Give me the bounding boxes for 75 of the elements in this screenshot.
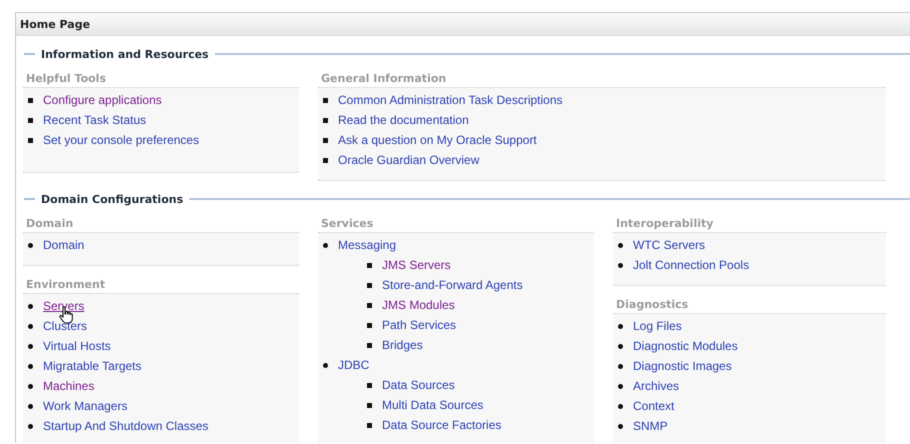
nav-link[interactable]: Work Managers <box>43 399 128 413</box>
bullet-icon <box>367 382 372 388</box>
group-heading: Interoperability <box>615 217 714 232</box>
nav-link[interactable]: Machines <box>43 379 94 393</box>
nav-link[interactable]: Virtual Hosts <box>43 339 111 353</box>
bullet-icon <box>618 404 623 408</box>
bullet-icon <box>618 324 623 328</box>
group-heading: Helpful Tools <box>25 72 108 87</box>
nav-link[interactable]: Multi Data Sources <box>382 398 484 412</box>
nav-link[interactable]: Context <box>633 399 674 413</box>
group-heading: Domain <box>25 217 74 232</box>
bullet-icon <box>323 362 328 368</box>
bullet-icon <box>367 302 372 308</box>
bullet-icon <box>28 384 33 388</box>
group-heading: Environment <box>25 278 106 293</box>
nav-link[interactable]: Jolt Connection Pools <box>633 258 750 272</box>
bullet-icon <box>28 98 33 102</box>
nav-link[interactable]: JDBC <box>338 358 370 372</box>
nav-link[interactable]: Common Administration Task Descriptions <box>338 93 563 107</box>
bullet-icon <box>28 138 33 142</box>
nav-link[interactable]: SNMP <box>633 419 668 433</box>
bullet-icon <box>323 98 328 102</box>
nav-link[interactable]: Startup And Shutdown Classes <box>43 419 208 433</box>
section-title: Information and Resources <box>41 48 209 60</box>
nav-link[interactable]: JMS Modules <box>382 298 455 312</box>
group-heading: Services <box>320 217 374 232</box>
nav-link[interactable]: WTC Servers <box>633 238 705 252</box>
nav-link[interactable]: Ask a question on My Oracle Support <box>338 133 537 147</box>
nav-link[interactable]: Diagnostic Modules <box>633 339 738 353</box>
nav-link[interactable]: Data Sources <box>382 378 455 392</box>
nav-link[interactable]: Data Source Factories <box>382 418 502 432</box>
nav-link[interactable]: Path Services <box>382 318 456 332</box>
nav-link[interactable]: Recent Task Status <box>43 113 146 127</box>
bullet-icon <box>28 304 33 308</box>
nav-link[interactable]: Oracle Guardian Overview <box>338 153 480 167</box>
bullet-icon <box>28 118 33 122</box>
bullet-icon <box>28 424 33 428</box>
bullet-icon <box>28 242 33 248</box>
bullet-icon <box>28 324 33 328</box>
bullet-icon <box>618 344 623 348</box>
bullet-icon <box>367 422 372 428</box>
bullet-icon <box>367 342 372 348</box>
nav-link[interactable]: JMS Servers <box>382 258 451 272</box>
bullet-icon <box>323 158 328 162</box>
bullet-icon <box>28 404 33 408</box>
bullet-icon <box>618 384 623 388</box>
nav-link[interactable]: Configure applications <box>43 93 162 107</box>
nav-link[interactable]: Read the documentation <box>338 113 469 127</box>
bullet-icon <box>618 262 623 268</box>
bullet-icon <box>323 242 328 248</box>
nav-link[interactable]: Messaging <box>338 238 396 252</box>
group-heading: Diagnostics <box>615 298 690 313</box>
bullet-icon <box>618 242 623 248</box>
nav-link[interactable]: Migratable Targets <box>43 359 142 373</box>
nav-link[interactable]: Clusters <box>43 319 88 333</box>
bullet-icon <box>367 262 372 268</box>
bullet-icon <box>367 322 372 328</box>
bullet-icon <box>367 282 372 288</box>
group-heading: General Information <box>320 72 448 87</box>
bullet-icon <box>367 402 372 408</box>
bullet-icon <box>28 364 33 368</box>
bullet-icon <box>323 138 328 142</box>
bullet-icon <box>28 344 33 348</box>
bullet-icon <box>618 424 623 428</box>
section-title: Domain Configurations <box>41 192 184 206</box>
nav-link[interactable]: Diagnostic Images <box>633 359 732 373</box>
panel-title: Home Page <box>16 13 910 36</box>
nav-link[interactable]: Domain <box>43 238 84 252</box>
nav-link[interactable]: Log Files <box>633 319 682 333</box>
bullet-icon <box>323 118 328 122</box>
nav-link[interactable]: Set your console preferences <box>43 133 200 147</box>
nav-link[interactable]: Store-and-Forward Agents <box>382 278 523 292</box>
bullet-icon <box>618 364 623 368</box>
nav-link[interactable]: Archives <box>633 379 680 393</box>
nav-link[interactable]: Bridges <box>382 338 423 352</box>
